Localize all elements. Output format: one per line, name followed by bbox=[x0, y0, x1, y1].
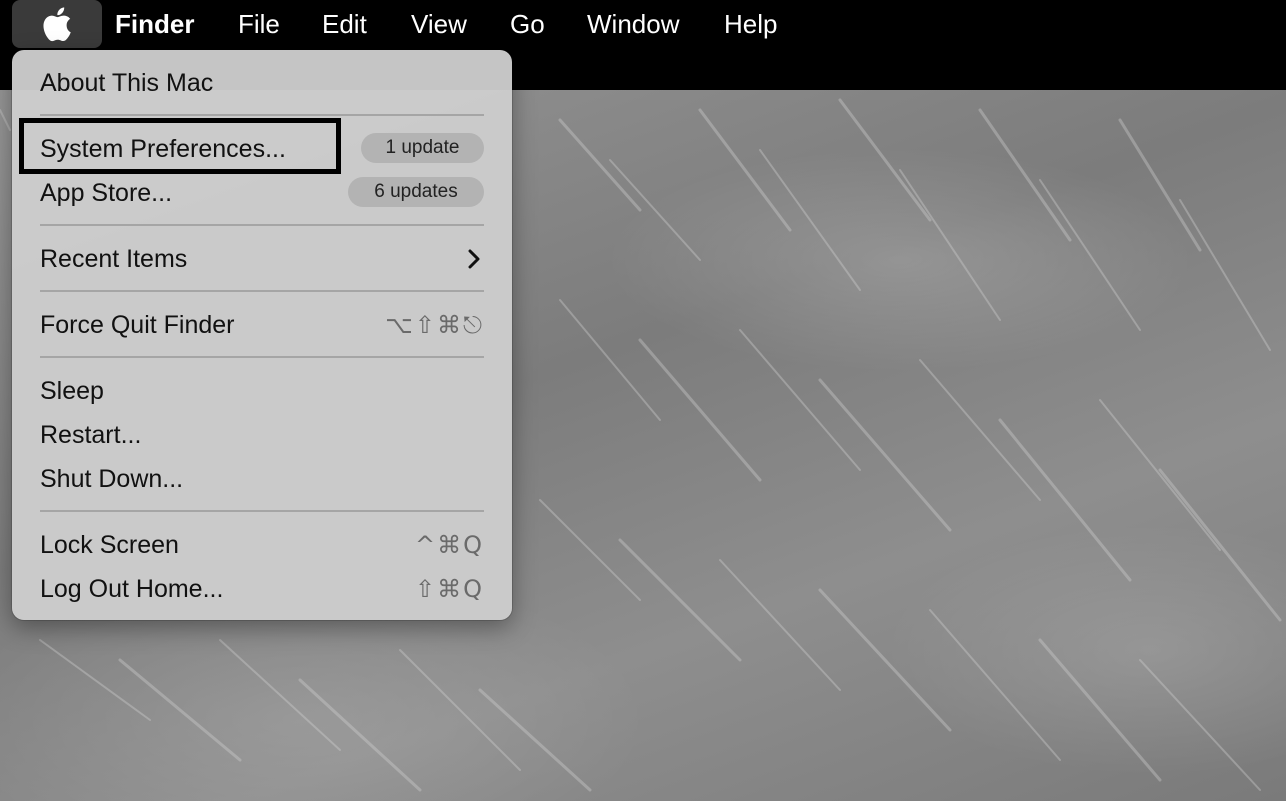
menu-finder[interactable]: Finder bbox=[115, 0, 194, 48]
menu-view[interactable]: View bbox=[411, 0, 467, 48]
menu-item-app-store[interactable]: App Store... bbox=[40, 178, 172, 208]
menu-item-force-quit[interactable]: Force Quit Finder bbox=[40, 310, 235, 340]
menu-file[interactable]: File bbox=[238, 0, 280, 48]
apple-menu-dropdown: About This Mac System Preferences... 1 u… bbox=[12, 50, 512, 620]
chevron-right-icon bbox=[468, 249, 480, 269]
system-preferences-update-badge: 1 update bbox=[361, 133, 484, 163]
lock-screen-shortcut: ^⌘Q bbox=[415, 531, 484, 559]
menu-separator bbox=[40, 510, 484, 512]
apple-logo-icon bbox=[43, 7, 71, 42]
force-quit-shortcut: ⌥⇧⌘⎋ bbox=[385, 311, 484, 339]
log-out-shortcut: ⇧⌘Q bbox=[415, 575, 484, 603]
menu-item-lock-screen[interactable]: Lock Screen bbox=[40, 530, 179, 560]
app-store-update-badge: 6 updates bbox=[348, 177, 484, 207]
annotation-highlight-box bbox=[19, 118, 341, 174]
menu-help[interactable]: Help bbox=[724, 0, 777, 48]
menu-item-shut-down[interactable]: Shut Down... bbox=[40, 464, 183, 494]
menu-window[interactable]: Window bbox=[587, 0, 679, 48]
menu-go[interactable]: Go bbox=[510, 0, 545, 48]
menu-item-sleep[interactable]: Sleep bbox=[40, 376, 104, 406]
menu-separator bbox=[40, 356, 484, 358]
menu-separator bbox=[40, 224, 484, 226]
menu-item-restart[interactable]: Restart... bbox=[40, 420, 141, 450]
menu-separator bbox=[40, 114, 484, 116]
menu-item-about-this-mac[interactable]: About This Mac bbox=[40, 68, 213, 98]
menu-separator bbox=[40, 290, 484, 292]
menu-item-log-out[interactable]: Log Out Home... bbox=[40, 574, 223, 604]
menu-edit[interactable]: Edit bbox=[322, 0, 367, 48]
apple-menu-button[interactable] bbox=[12, 0, 102, 48]
menu-item-recent-items[interactable]: Recent Items bbox=[40, 244, 187, 274]
